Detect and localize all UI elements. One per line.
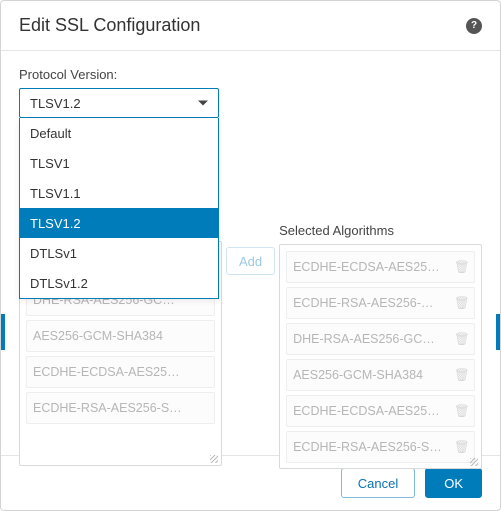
list-item[interactable]: AES256-GCM-SHA384 <box>26 320 215 352</box>
list-item[interactable]: ECDHE-RSA-AES256-GC...🗑 <box>286 287 475 319</box>
list-item[interactable]: ECDHE-ECDSA-AES256-...🗑 <box>286 395 475 427</box>
option-tlsv1-2[interactable]: TLSV1.2 <box>20 208 218 238</box>
option-dtlsv1[interactable]: DTLSv1 <box>20 238 218 268</box>
dialog-titlebar: Edit SSL Configuration ? <box>1 1 500 51</box>
list-item[interactable]: AES256-GCM-SHA384🗑 <box>286 359 475 391</box>
list-item[interactable]: ECDHE-RSA-AES256-SH...🗑 <box>286 431 475 463</box>
protocol-version-select[interactable]: TLSV1.2 <box>19 88 219 118</box>
ok-button[interactable]: OK <box>425 468 482 498</box>
selected-column: Selected Algorithms ECDHE-ECDSA-AES256-.… <box>279 241 482 469</box>
trash-icon[interactable]: 🗑 <box>454 368 468 383</box>
trash-icon[interactable]: 🗑 <box>454 404 468 419</box>
trash-icon[interactable]: 🗑 <box>454 260 468 275</box>
resize-handle-icon[interactable] <box>468 456 478 466</box>
trash-icon[interactable]: 🗑 <box>454 296 468 311</box>
chevron-down-icon <box>198 101 208 106</box>
selected-algorithms-list[interactable]: ECDHE-ECDSA-AES256-...🗑 ECDHE-RSA-AES256… <box>279 244 482 469</box>
select-value: TLSV1.2 <box>30 96 81 111</box>
trash-icon[interactable]: 🗑 <box>454 440 468 455</box>
list-item[interactable]: ECDHE-RSA-AES256-SH... <box>26 392 215 424</box>
protocol-version-dropdown: Default TLSV1 TLSV1.1 TLSV1.2 DTLSv1 DTL… <box>19 118 219 299</box>
add-button[interactable]: Add <box>226 247 275 275</box>
help-icon[interactable]: ? <box>466 18 482 34</box>
protocol-version-label: Protocol Version: <box>19 67 482 82</box>
list-item[interactable]: ECDHE-ECDSA-AES256-...🗑 <box>286 251 475 283</box>
ssl-config-dialog: Edit SSL Configuration ? Protocol Versio… <box>0 0 501 511</box>
list-item[interactable]: DHE-RSA-AES256-GCM-...🗑 <box>286 323 475 355</box>
option-default[interactable]: Default <box>20 118 218 148</box>
cancel-button[interactable]: Cancel <box>341 468 415 498</box>
resize-handle-icon[interactable] <box>208 453 218 463</box>
dialog-title: Edit SSL Configuration <box>19 15 200 36</box>
dialog-content: Protocol Version: TLSV1.2 Default TLSV1 … <box>1 51 500 455</box>
option-dtlsv1-2[interactable]: DTLSv1.2 <box>20 268 218 298</box>
trash-icon[interactable]: 🗑 <box>454 332 468 347</box>
option-tlsv1-1[interactable]: TLSV1.1 <box>20 178 218 208</box>
list-item[interactable]: ECDHE-ECDSA-AES256-... <box>26 356 215 388</box>
selected-algorithms-label: Selected Algorithms <box>279 223 482 238</box>
option-tlsv1[interactable]: TLSV1 <box>20 148 218 178</box>
middle-controls: Add <box>222 241 279 469</box>
